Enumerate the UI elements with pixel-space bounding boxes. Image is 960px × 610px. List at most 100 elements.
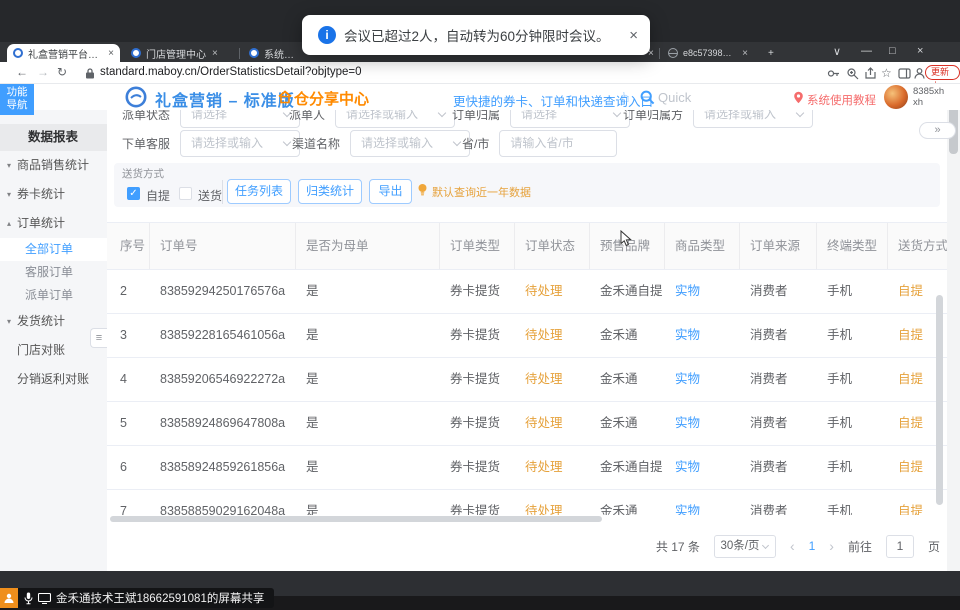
zoom-icon[interactable] xyxy=(846,67,859,80)
browser-tab-2[interactable]: 门店管理中心 × xyxy=(125,44,235,62)
profile-icon[interactable] xyxy=(913,67,926,80)
sharer-avatar xyxy=(0,588,18,608)
share-icon[interactable] xyxy=(864,67,877,80)
tab-close-icon[interactable]: × xyxy=(108,48,114,59)
sidebar-item-coupon-stats[interactable]: ▾券卡统计 xyxy=(0,180,107,209)
screen-share-toast[interactable]: 金禾通技术王斌18662591081的屏幕共享 xyxy=(0,588,274,608)
task-list-button[interactable]: 任务列表 xyxy=(227,179,291,204)
window-maximize-button[interactable]: □ xyxy=(889,45,896,57)
category-stats-button[interactable]: 归类统计 xyxy=(298,179,362,204)
filters-expand-button[interactable]: » xyxy=(919,122,956,139)
filter-order-agent: 下单客服 请选择或输入 xyxy=(122,130,300,157)
page-size-select[interactable]: 30条/页 xyxy=(714,535,776,558)
cell-brand: 金禾通自提 xyxy=(590,446,665,489)
sidebar-item-label: 门店对账 xyxy=(17,343,65,357)
export-button[interactable]: 导出 xyxy=(369,179,412,204)
sidebar-item-label: 订单统计 xyxy=(17,216,65,230)
browser-tab-active[interactable]: 礼盒营销平台管理中心 × xyxy=(7,44,120,62)
window-close-button[interactable]: × xyxy=(917,45,923,57)
bookmark-star-icon[interactable]: ☆ xyxy=(881,66,892,80)
pagination: 共 17 条 30条/页 ‹ 1 › 前往 1 页 xyxy=(107,534,940,558)
sidebar-item-product-sales[interactable]: ▾商品销售统计 xyxy=(0,151,107,180)
app-logo xyxy=(125,86,147,108)
goto-page-input[interactable]: 1 xyxy=(886,535,914,558)
chevron-down-icon xyxy=(453,138,461,146)
browser-tab-4[interactable]: e8c573980b1328a258fd2e6f8 × xyxy=(662,44,754,62)
quick-search-icon[interactable] xyxy=(640,90,655,105)
forward-icon[interactable]: → xyxy=(37,65,49,79)
horizontal-scrollbar[interactable] xyxy=(110,516,602,522)
user-name-block: 8385xhxh xyxy=(913,86,944,108)
user-avatar[interactable] xyxy=(884,85,908,109)
cell-goods-type[interactable]: 实物 xyxy=(665,270,740,313)
url-text[interactable]: standard.maboy.cn/OrderStatisticsDetail?… xyxy=(100,66,362,78)
window-minimize-button[interactable]: — xyxy=(861,45,872,57)
tab-close-icon[interactable]: × xyxy=(742,48,748,59)
share-center-link[interactable]: 仓分享中心 xyxy=(294,88,369,109)
sidebar-collapse-handle[interactable]: ≡ xyxy=(90,328,107,348)
pickup-checkbox-label[interactable]: 自提 xyxy=(146,187,170,204)
prev-page-button[interactable]: ‹ xyxy=(790,538,795,554)
app-title: 礼盒营销 – 标准版 xyxy=(155,87,295,111)
function-nav-toggle[interactable]: 功能 导航 xyxy=(0,84,34,115)
table-row[interactable]: 5 83858924869647808a 是 券卡提货 待处理 金禾通 实物 消… xyxy=(107,402,947,446)
order-agent-select[interactable]: 请选择或输入 xyxy=(180,130,300,157)
filter-label: 下单客服 xyxy=(122,135,170,152)
table-row[interactable]: 6 83858924859261856a 是 券卡提货 待处理 金禾通自提 实物… xyxy=(107,446,947,490)
sidebar-item-all-orders[interactable]: 全部订单 xyxy=(0,238,107,261)
cell-status: 待处理 xyxy=(515,446,590,489)
delivery-checkbox-label[interactable]: 送货 xyxy=(198,187,222,204)
notification-text: 会议已超过2人，自动转为60分钟限时会议。 xyxy=(344,25,610,45)
province-city-input[interactable]: 请输入省/市 xyxy=(499,130,617,157)
reload-icon[interactable]: ↻ xyxy=(57,65,67,79)
chevron-down-icon xyxy=(613,109,621,117)
notification-close-icon[interactable]: × xyxy=(629,27,638,44)
channel-name-select[interactable]: 请选择或输入 xyxy=(350,130,470,157)
table-row[interactable]: 2 83859294250176576a 是 券卡提货 待处理 金禾通自提 实物… xyxy=(107,270,947,314)
tab-search-icon[interactable]: ∨ xyxy=(833,45,841,58)
table-row[interactable]: 4 83859206546922272a 是 券卡提货 待处理 金禾通 实物 消… xyxy=(107,358,947,402)
table-row[interactable]: 3 83859228165461056a 是 券卡提货 待处理 金禾通 实物 消… xyxy=(107,314,947,358)
placeholder: 请选择或输入 xyxy=(361,136,433,150)
user-sub: xh xyxy=(913,97,923,108)
cell-goods-type[interactable]: 实物 xyxy=(665,358,740,401)
cell-status: 待处理 xyxy=(515,358,590,401)
table-row[interactable]: 7 83858859029162048a 是 券卡提货 待处理 金禾通 实物 消… xyxy=(107,490,947,515)
browser-update-button[interactable]: 更新 ⋮ xyxy=(925,65,960,80)
toolbar-divider xyxy=(222,180,223,204)
cell-status: 待处理 xyxy=(515,270,590,313)
pickup-checkbox[interactable]: ✓ xyxy=(127,187,140,200)
cell-mother: 是 xyxy=(296,446,440,489)
sidebar-item-order-stats[interactable]: ▴订单统计 xyxy=(0,209,107,238)
lock-icon xyxy=(85,68,95,79)
cell-goods-type[interactable]: 实物 xyxy=(665,446,740,489)
sidebar-item-label: 券卡统计 xyxy=(17,187,65,201)
back-icon[interactable]: ← xyxy=(16,65,28,79)
vertical-scrollbar[interactable] xyxy=(936,295,943,505)
delivery-checkbox[interactable] xyxy=(179,187,192,200)
col-header: 序号 xyxy=(107,223,150,269)
main-content: 派单状态 请选择 派单人 请选择或输入 订单归属 请选择 订单归属方 请选择或输… xyxy=(107,84,947,571)
key-icon[interactable] xyxy=(827,67,840,80)
sidebar-item-distribution-rebate[interactable]: 分销返利对账 xyxy=(0,365,107,394)
quick-label[interactable]: Quick xyxy=(658,90,691,105)
next-page-button[interactable]: › xyxy=(829,538,834,554)
cell-goods-type[interactable]: 实物 xyxy=(665,402,740,445)
sidebar-item-dispatch-orders[interactable]: 派单订单 xyxy=(0,284,107,307)
sidebar-item-service-orders[interactable]: 客服订单 xyxy=(0,261,107,284)
tab-close-icon[interactable]: × xyxy=(212,48,218,59)
browser-tab-3[interactable]: 系统培训学习 xyxy=(243,44,303,62)
placeholder: 请输入省/市 xyxy=(510,136,573,150)
sidebar: 数据报表 ▾商品销售统计 ▾券卡统计 ▴订单统计 全部订单 客服订单 派单订单 … xyxy=(0,110,107,571)
tutorial-link[interactable]: 系统使用教程 xyxy=(807,92,876,108)
goto-label: 前往 xyxy=(848,538,872,555)
side-panel-icon[interactable] xyxy=(898,67,911,80)
cell-terminal: 手机 xyxy=(817,490,888,515)
new-tab-button[interactable]: + xyxy=(762,44,776,62)
current-page[interactable]: 1 xyxy=(809,539,816,553)
cell-goods-type[interactable]: 实物 xyxy=(665,490,740,515)
page-scrollbar[interactable] xyxy=(947,84,960,571)
cell-mother: 是 xyxy=(296,270,440,313)
cell-goods-type[interactable]: 实物 xyxy=(665,314,740,357)
cell-mother: 是 xyxy=(296,490,440,515)
